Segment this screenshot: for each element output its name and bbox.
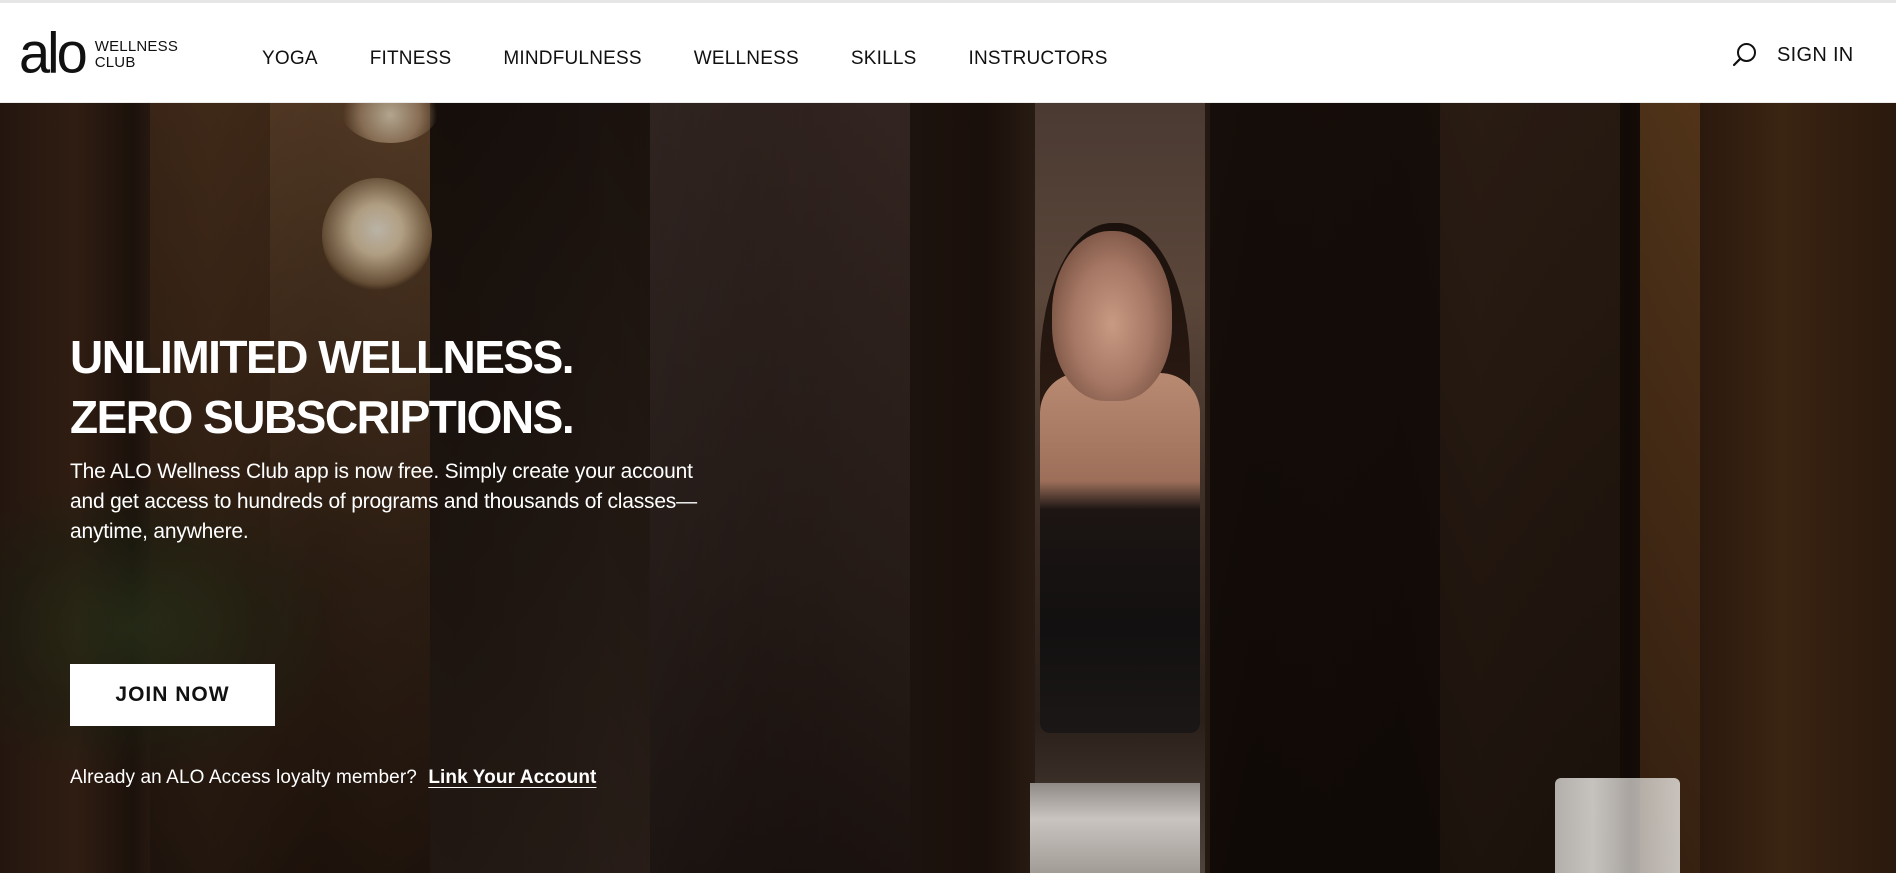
hero-headline: UNLIMITED WELLNESS. ZERO SUBSCRIPTIONS.: [70, 327, 770, 447]
nav-item-wellness[interactable]: WELLNESS: [694, 47, 799, 71]
loyalty-prompt-text: Already an ALO Access loyalty member?: [70, 767, 417, 788]
nav-item-instructors[interactable]: INSTRUCTORS: [968, 47, 1107, 71]
link-account-link[interactable]: Link Your Account: [428, 767, 596, 788]
nav-item-fitness[interactable]: FITNESS: [370, 47, 452, 71]
loyalty-prompt: Already an ALO Access loyalty member? Li…: [70, 767, 596, 789]
alo-wellness-club-logo[interactable]: alo WELLNESS CLUB: [19, 20, 178, 85]
hero-banner: UNLIMITED WELLNESS. ZERO SUBSCRIPTIONS. …: [0, 103, 1896, 873]
nav-item-skills[interactable]: SKILLS: [851, 47, 917, 71]
nav-item-mindfulness[interactable]: MINDFULNESS: [503, 47, 641, 71]
main-nav: YOGA FITNESS MINDFULNESS WELLNESS SKILLS…: [262, 47, 1160, 71]
hero-headline-line2: ZERO SUBSCRIPTIONS.: [70, 391, 575, 443]
hero-headline-line1: UNLIMITED WELLNESS.: [70, 331, 575, 383]
nav-item-yoga[interactable]: YOGA: [262, 47, 318, 71]
logo-mark: alo: [19, 20, 88, 85]
join-now-button[interactable]: JOIN NOW: [70, 664, 275, 726]
sign-in-link[interactable]: SIGN IN: [1777, 43, 1854, 67]
logo-subtitle-line1: WELLNESS: [94, 38, 179, 55]
logo-subtitle: WELLNESS CLUB: [95, 39, 178, 71]
hero-content: UNLIMITED WELLNESS. ZERO SUBSCRIPTIONS. …: [70, 327, 770, 788]
site-header: alo WELLNESS CLUB YOGA FITNESS MINDFULNE…: [0, 3, 1896, 103]
search-icon[interactable]: [1731, 41, 1759, 69]
hero-description: The ALO Wellness Club app is now free. S…: [70, 460, 697, 543]
logo-subtitle-line2: CLUB: [94, 54, 136, 71]
